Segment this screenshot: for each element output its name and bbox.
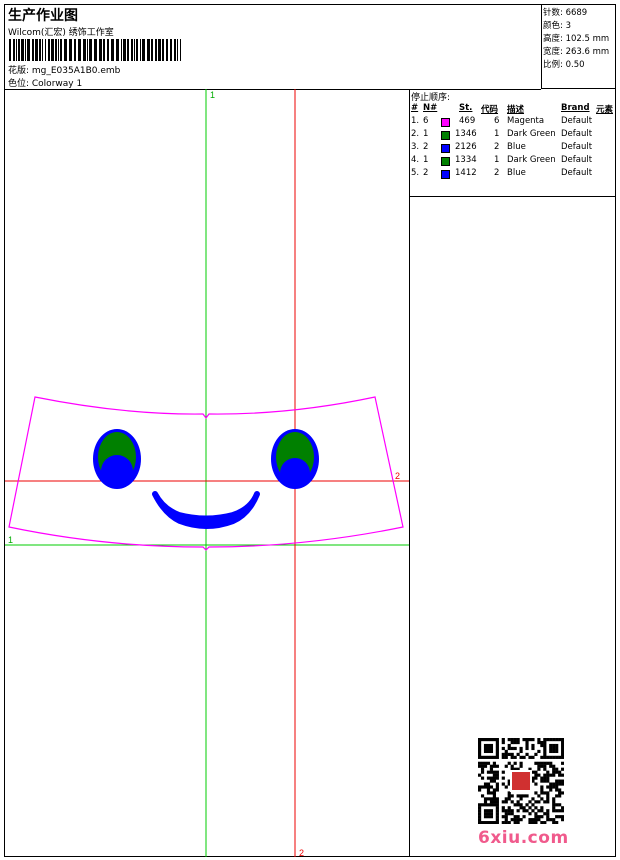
green-guide-top-label: 1 [210,90,215,100]
header: 生产作业图 Wilcom(汇宏) 绣饰工作室 花版: mg_E035A1B0.e… [5,5,541,90]
qr-code [478,738,564,824]
color-swatch [441,118,450,127]
table-row: 3. 2 2126 2 Blue Default [411,142,593,153]
stat-stitches: 针数: 6689 [543,8,588,18]
watermark: 6xiu.com [478,828,569,848]
left-eye [93,429,141,489]
col-needle-header: N# [423,103,438,113]
production-worksheet: 生产作业图 Wilcom(汇宏) 绣饰工作室 花版: mg_E035A1B0.e… [4,4,616,857]
red-guide-bottom-label: 2 [299,848,304,857]
design-canvas: 1 1 2 2 [5,89,410,857]
stop-sequence-title: 停止顺序: [411,93,451,103]
table-row: 1. 6 469 6 Magenta Default [411,116,593,127]
table-row: 4. 1 1334 1 Dark Green Default [411,155,593,166]
stat-height: 高度: 102.5 mm [543,34,610,44]
company-name: Wilcom(汇宏) 绣饰工作室 [8,28,114,38]
green-guide-left-label: 1 [8,535,13,545]
page-title: 生产作业图 [8,8,78,24]
color-swatch [441,170,450,179]
design-file: 花版: mg_E035A1B0.emb [8,66,121,76]
stat-scale: 比例: 0.50 [543,60,585,70]
col-brand-header: Brand [561,103,590,113]
table-row: 5. 2 1412 2 Blue Default [411,168,593,179]
design-stats: 针数: 6689 颜色: 3 高度: 102.5 mm 宽度: 263.6 mm… [541,5,616,89]
color-swatch [441,131,450,140]
stat-width: 宽度: 263.6 mm [543,47,610,57]
col-num-header: # [411,103,419,113]
red-guide-right-label: 2 [395,471,400,481]
colorway: 色位: Colorway 1 [8,79,83,89]
col-element-header: 元素 [596,105,614,115]
right-eye [271,429,319,489]
col-stitches-header: St. [459,103,473,113]
design-preview: 1 1 2 2 [5,89,409,857]
color-swatch [441,144,450,153]
col-desc-header: 描述 [507,105,525,115]
table-row: 2. 1 1346 1 Dark Green Default [411,129,593,140]
col-code-header: 代码 [481,105,499,115]
color-swatch [441,157,450,166]
barcode [9,39,181,61]
stat-colors: 颜色: 3 [543,21,571,31]
stop-sequence-table: # N# St. 代码 描述 Brand 元素 1. 6 469 6 Magenta… [409,103,616,197]
